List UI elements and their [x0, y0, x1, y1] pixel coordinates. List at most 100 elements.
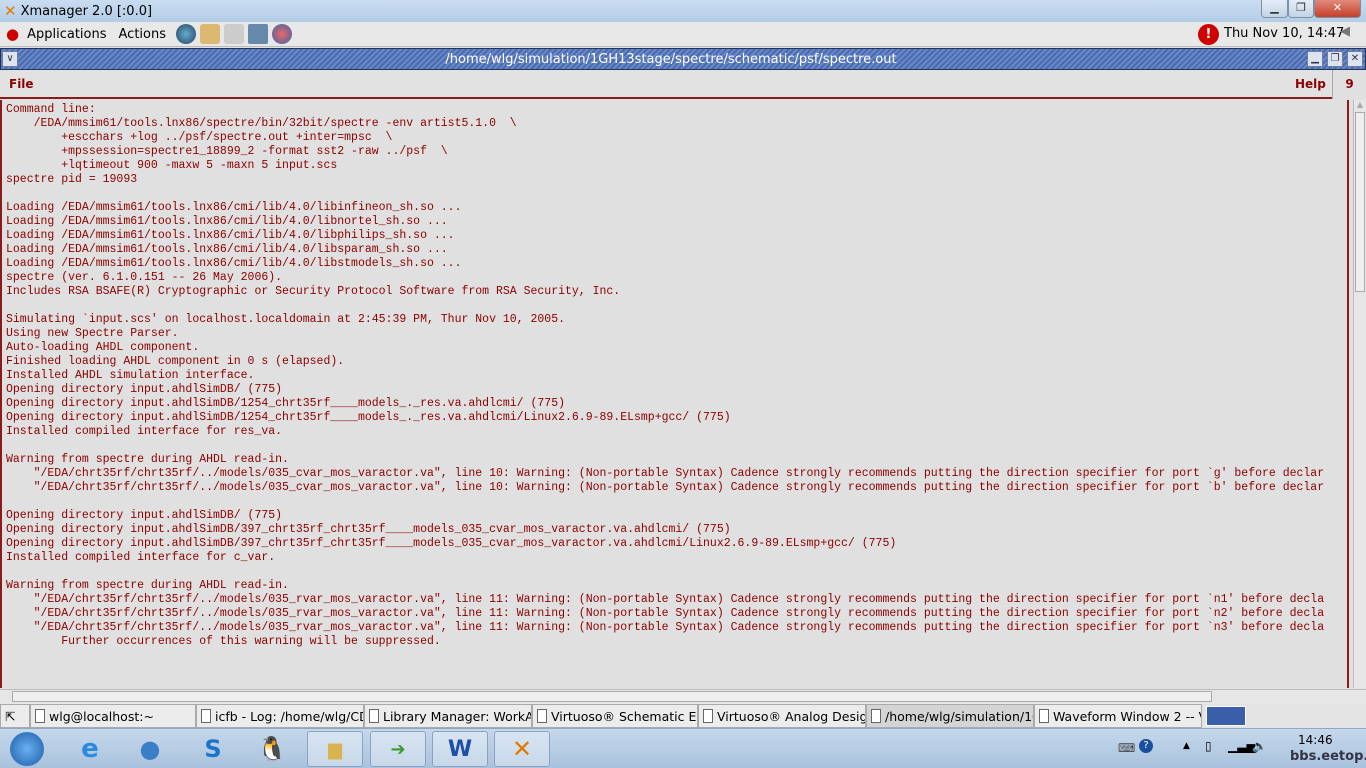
calc-icon[interactable] — [272, 24, 293, 44]
log-line: Opening directory input.ahdlSimDB/1254_c… — [6, 397, 565, 410]
inner-minimize-button[interactable]: ▁ — [1307, 51, 1323, 67]
log-line: "/EDA/chrt35rf/chrt35rf/../models/035_rv… — [6, 607, 1325, 620]
window-icon — [201, 709, 211, 723]
help-tray-icon[interactable]: ? — [1139, 739, 1153, 753]
log-line: Loading /EDA/mmsim61/tools.lnx86/cmi/lib… — [6, 243, 448, 256]
taskbar-window-button[interactable]: Virtuoso® Analog Desig — [698, 704, 866, 728]
tray-clock[interactable]: 14:46 — [1298, 733, 1333, 747]
messenger-icon[interactable]: ● — [122, 731, 178, 767]
tab-9[interactable]: 9 — [1332, 70, 1366, 99]
log-line: "/EDA/chrt35rf/chrt35rf/../models/035_cv… — [6, 481, 1325, 494]
taskbar-window-label: /home/wlg/simulation/1G — [885, 708, 1034, 724]
menu-file[interactable]: File — [9, 77, 34, 91]
log-line: Loading /EDA/mmsim61/tools.lnx86/cmi/lib… — [6, 201, 462, 214]
volume-icon[interactable]: ◀ — [1340, 24, 1350, 39]
log-line: Using new Spectre Parser. — [6, 327, 179, 340]
inner-close-button[interactable]: ✕ — [1347, 51, 1363, 67]
log-line: +mpssession=spectre1_18899_2 -format sst… — [6, 145, 448, 158]
taskbar-window-button[interactable]: Library Manager: WorkA — [364, 704, 532, 728]
log-line: Loading /EDA/mmsim61/tools.lnx86/cmi/lib… — [6, 215, 448, 228]
ie-icon[interactable]: e — [62, 731, 118, 767]
inner-maximize-button[interactable]: ❐ — [1327, 51, 1343, 67]
log-line: "/EDA/chrt35rf/chrt35rf/../models/035_rv… — [6, 621, 1325, 634]
log-line: Installed compiled interface for c_var. — [6, 551, 276, 564]
log-line: Installed AHDL simulation interface. — [6, 369, 255, 382]
log-line: Opening directory input.ahdlSimDB/397_ch… — [6, 523, 731, 536]
redhat-icon[interactable]: ● — [6, 25, 19, 43]
close-button[interactable]: ✕ — [1314, 0, 1361, 18]
log-line: Opening directory input.ahdlSimDB/ (775) — [6, 383, 283, 396]
log-line: Command line: — [6, 103, 96, 116]
minimize-button[interactable]: ▁ — [1261, 0, 1288, 18]
mail-icon[interactable] — [200, 24, 221, 44]
browser-icon[interactable] — [176, 24, 197, 44]
window-icon — [703, 709, 713, 723]
xshell-icon[interactable]: ➔ — [370, 731, 426, 767]
speaker-icon[interactable]: 🔈 — [1252, 739, 1267, 753]
window-icon — [35, 709, 45, 723]
qq-icon[interactable]: 🐧 — [244, 731, 300, 767]
alert-icon[interactable]: ! — [1198, 24, 1219, 45]
log-output[interactable]: Command line: /EDA/mmsim61/tools.lnx86/s… — [0, 100, 1349, 688]
log-line: +escchars +log ../psf/spectre.out +inter… — [6, 131, 393, 144]
log-line: "/EDA/chrt35rf/chrt35rf/../models/035_rv… — [6, 593, 1325, 606]
inner-window-titlebar: ∨ /home/wlg/simulation/1GH13stage/spectr… — [0, 48, 1366, 70]
start-button[interactable] — [0, 731, 54, 767]
actions-menu[interactable]: Actions — [119, 27, 167, 42]
window-title: Xmanager 2.0 [:0.0] — [20, 3, 153, 19]
taskbar-window-label: Waveform Window 2 -- V — [1053, 708, 1202, 724]
log-line: Opening directory input.ahdlSimDB/ (775) — [6, 509, 283, 522]
taskbar-window-button[interactable]: wlg@localhost:~ — [30, 704, 196, 728]
log-line: spectre pid = 19093 — [6, 173, 138, 186]
taskbar-window-button[interactable]: Waveform Window 2 -- V — [1034, 704, 1202, 728]
vertical-scrollbar[interactable]: ▲ — [1353, 100, 1366, 688]
menubar: File Help — [0, 70, 1332, 99]
horizontal-scroll-thumb[interactable] — [12, 691, 1212, 702]
xmanager-taskbar-icon[interactable]: ✕ — [494, 731, 550, 767]
scroll-up-arrow-icon[interactable]: ▲ — [1354, 100, 1366, 112]
log-line: Opening directory input.ahdlSimDB/1254_c… — [6, 411, 731, 424]
keyboard-icon[interactable]: ⌨ — [1118, 741, 1135, 755]
gnome-taskbar: ⇱ wlg@localhost:~ icfb - Log: /home/wlg/C… — [0, 704, 1366, 728]
log-line: +lqtimeout 900 -maxw 5 -maxn 5 input.scs — [6, 159, 338, 172]
taskbar-window-label: Virtuoso® Analog Desig — [717, 708, 866, 724]
inner-window-title: /home/wlg/simulation/1GH13stage/spectre/… — [445, 52, 897, 67]
maximize-button[interactable]: ❐ — [1288, 0, 1314, 18]
show-desktop-icon[interactable]: ⇱ — [0, 704, 30, 728]
gnome-top-panel: ● Applications Actions ! Thu Nov 10, 14:… — [0, 22, 1366, 47]
horizontal-scrollbar[interactable] — [0, 689, 1366, 704]
log-line: /EDA/mmsim61/tools.lnx86/spectre/bin/32b… — [6, 117, 517, 130]
taskbar-window-button[interactable]: /home/wlg/simulation/1G — [866, 704, 1034, 728]
log-line: Warning from spectre during AHDL read-in… — [6, 453, 289, 466]
explorer-icon[interactable]: ▆ — [307, 731, 363, 767]
word-icon[interactable]: W — [432, 731, 488, 767]
workspace-switcher[interactable] — [1206, 706, 1246, 726]
presentation-icon[interactable] — [248, 24, 269, 44]
taskbar-window-label: icfb - Log: /home/wlg/CD — [215, 708, 364, 724]
writer-icon[interactable] — [224, 24, 245, 44]
window-icon — [1039, 709, 1049, 723]
log-line: Installed compiled interface for res_va. — [6, 425, 283, 438]
window-icon — [537, 709, 547, 723]
log-line: Loading /EDA/mmsim61/tools.lnx86/cmi/lib… — [6, 229, 455, 242]
log-line: "/EDA/chrt35rf/chrt35rf/../models/035_cv… — [6, 467, 1325, 480]
log-line: Further occurrences of this warning will… — [6, 635, 441, 648]
taskbar-window-button[interactable]: icfb - Log: /home/wlg/CD — [196, 704, 364, 728]
menu-help[interactable]: Help — [1295, 77, 1326, 91]
usb-icon[interactable]: ▯ — [1205, 739, 1212, 753]
taskbar-window-button[interactable]: Virtuoso® Schematic Ed — [532, 704, 698, 728]
sogou-icon[interactable]: S — [185, 731, 241, 767]
window-titlebar: ✕ Xmanager 2.0 [:0.0] ▁ ❐ ✕ — [0, 0, 1366, 22]
vertical-scroll-thumb[interactable] — [1355, 112, 1365, 292]
log-line: spectre (ver. 6.1.0.151 -- 26 May 2006). — [6, 271, 283, 284]
clock[interactable]: Thu Nov 10, 14:47 — [1224, 26, 1344, 41]
log-line: Opening directory input.ahdlSimDB/397_ch… — [6, 537, 897, 550]
show-hidden-icons[interactable]: ▲ — [1183, 741, 1190, 751]
log-line: Finished loading AHDL component in 0 s (… — [6, 355, 345, 368]
log-line: Warning from spectre during AHDL read-in… — [6, 579, 289, 592]
windows-taskbar: e ● S 🐧 ▆ ➔ W ✕ ⌨ ? ▲ ▯ ▁▃▅ 🔈 14:46 bbs.… — [0, 728, 1366, 768]
applications-menu[interactable]: Applications — [27, 27, 106, 42]
